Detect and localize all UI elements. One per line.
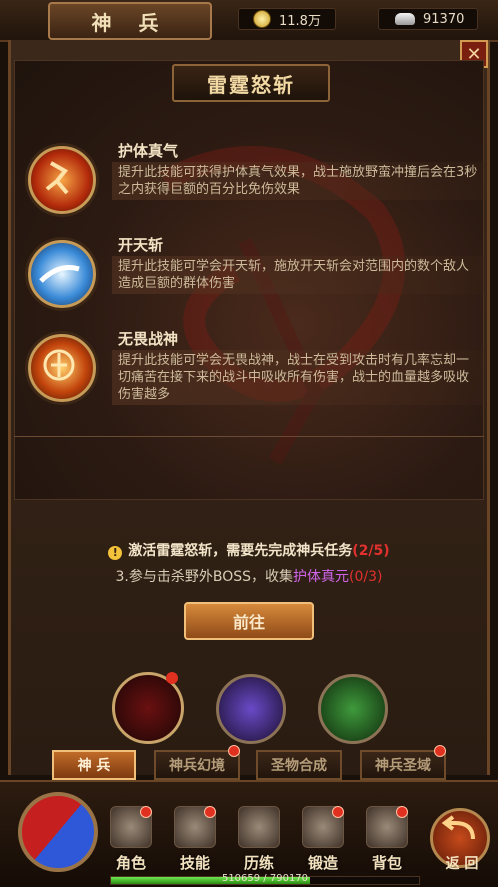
warrior-aura-icon[interactable]	[28, 334, 96, 402]
notification-dot	[228, 745, 240, 757]
silver-ingot-icon	[395, 13, 415, 25]
nav-label: 历练	[243, 854, 274, 872]
armor-icon	[238, 806, 280, 848]
task-prefix: 3.参与击杀野外BOSS，收集	[115, 569, 294, 585]
skill-name: 护体真气	[118, 142, 179, 160]
tab-shenbing-huanjing[interactable]: 神兵幻境	[154, 750, 240, 780]
divider	[14, 436, 484, 437]
blade-slash-icon[interactable]	[28, 240, 96, 308]
skill-description: 提升此技能可学会开天斩，施放开天斩会对范围内的数个敌人造成巨额的群体伤害	[112, 256, 484, 294]
task-item: 护体真元	[293, 569, 350, 585]
requirement-progress: (2/5)	[352, 543, 390, 559]
nav-label: 技能	[179, 854, 210, 872]
notification-dot	[396, 806, 408, 818]
warning-icon: !	[108, 546, 123, 560]
task-text: 3.参与击杀野外BOSS，收集护体真元(0/3)	[0, 566, 498, 586]
gold-display: 11.8万	[238, 8, 336, 30]
requirement-prefix: 激活雷霆怒斩，需要先完成神兵任务	[128, 543, 353, 559]
requirement-text: ! 激活雷霆怒斩，需要先完成神兵任务(2/5)	[0, 540, 498, 560]
nav-label: 锻造	[307, 854, 338, 872]
gold-amount: 11.8万	[279, 13, 321, 29]
tab-shengwu-hecheng[interactable]: 圣物合成	[256, 750, 342, 780]
notification-dot	[434, 745, 446, 757]
task-progress: (0/3)	[349, 569, 383, 585]
tab-shenbing[interactable]: 神 兵	[52, 750, 136, 780]
skill-name: 开天斩	[118, 236, 164, 254]
running-figure-glyph	[45, 161, 69, 195]
tab-shenbing-shengyu[interactable]: 神兵圣域	[360, 750, 446, 780]
blade-slash-glyph	[39, 265, 80, 283]
back-label: 返 回	[445, 856, 479, 872]
back-arrow-icon	[441, 815, 475, 840]
skill-description: 提升此技能可获得护体真气效果，战士施放野蛮冲撞后会在3秒之内获得巨额的百分比免伤…	[112, 162, 484, 200]
gold-coin-icon	[253, 10, 271, 28]
running-figure-icon[interactable]	[28, 146, 96, 214]
skill-row: 开天斩 提升此技能可学会开天斩，施放开天斩会对范围内的数个敌人造成巨额的群体伤害	[20, 234, 484, 314]
skill-title: 雷霆怒斩	[172, 64, 330, 102]
hp-mp-orb	[18, 792, 98, 872]
nav-label: 背包	[371, 854, 402, 872]
goto-button[interactable]: 前往	[184, 602, 314, 640]
notification-dot	[332, 806, 344, 818]
skill-row: 护体真气 提升此技能可获得护体真气效果，战士施放野蛮冲撞后会在3秒之内获得巨额的…	[20, 140, 484, 220]
notification-dot	[204, 806, 216, 818]
skill-row: 无畏战神 提升此技能可学会无畏战神，战士在受到攻击时有几率忘却一切痛苦在接下来的…	[20, 328, 484, 412]
skill-description: 提升此技能可学会无畏战神，战士在受到攻击时有几率忘却一切痛苦在接下来的战斗中吸收…	[112, 350, 484, 405]
notification-dot	[140, 806, 152, 818]
ingot-display: 91370	[378, 8, 478, 30]
warrior-aura-glyph	[43, 349, 75, 381]
green-fan-icon[interactable]	[318, 674, 388, 744]
ingot-amount: 91370	[423, 11, 465, 27]
nav-label: 角色	[115, 854, 146, 872]
notification-dot	[166, 672, 178, 684]
exp-text: 510659 / 790170	[221, 873, 309, 884]
nav-training[interactable]: 历练	[234, 806, 284, 873]
dark-staff-icon[interactable]	[216, 674, 286, 744]
page-title: 神 兵	[48, 2, 212, 40]
skill-name: 无畏战神	[118, 330, 179, 348]
